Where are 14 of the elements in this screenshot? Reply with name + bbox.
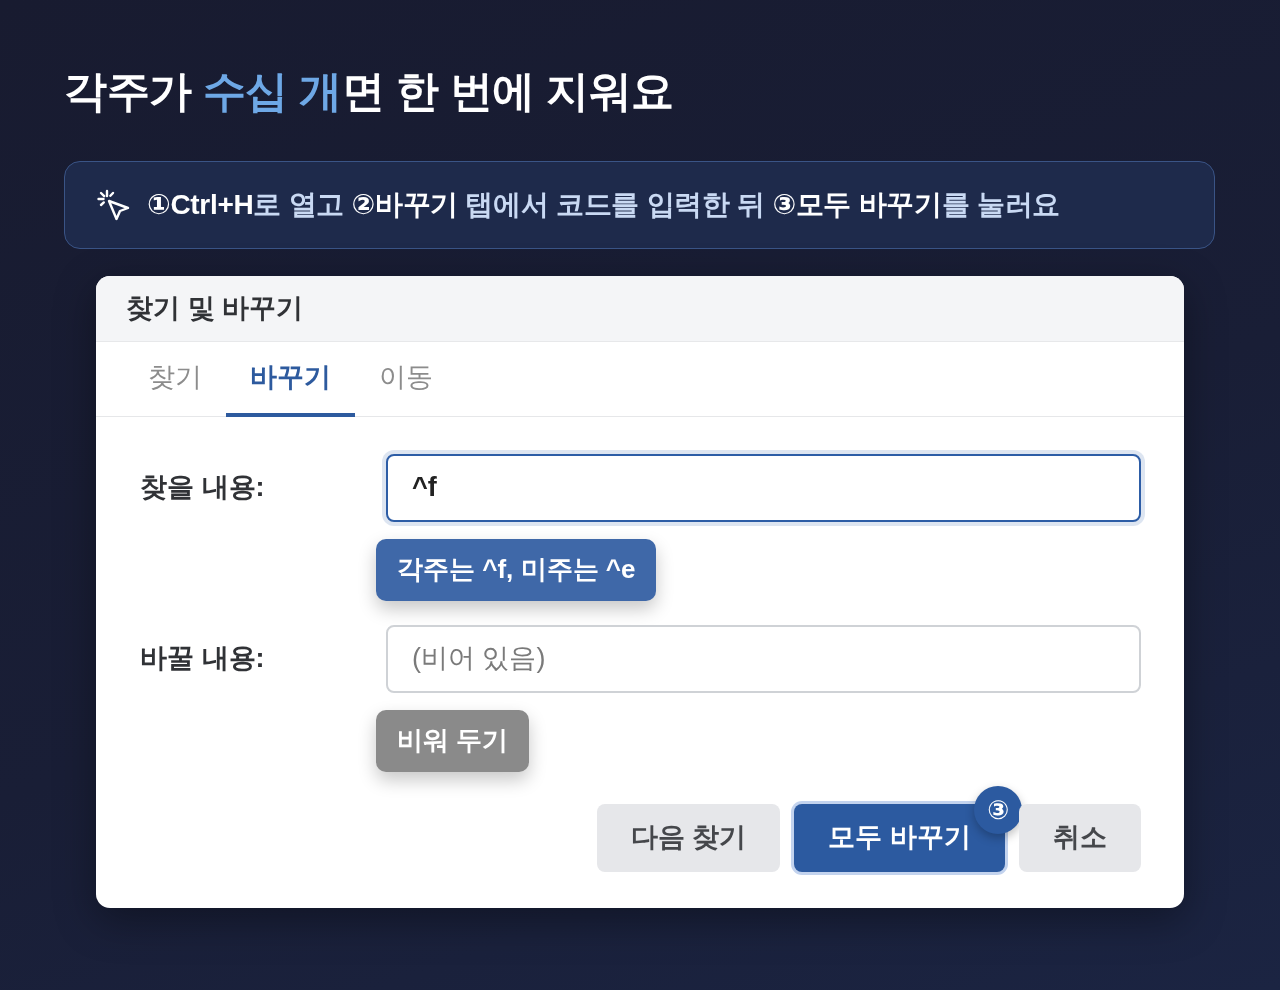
field-label: 바꿀 내용: — [140, 642, 266, 676]
tab[interactable]: 바꾸기 — [226, 341, 355, 417]
instruction-text: ①Ctrl+H로 열고 ②바꾸기 탭에서 코드를 입력한 뒤 ③모두 바꾸기를 눌러요 — [147, 187, 1061, 222]
page-heading: 각주가 수십 개면 한 번에 지워요 — [64, 66, 675, 117]
hint-callout: 비워 두기 — [376, 709, 530, 772]
dialog-title: 찾기 및 바꾸기 — [126, 291, 303, 325]
field-label: 찾을 내용: — [140, 471, 266, 505]
text-field[interactable]: (비어 있음) — [386, 624, 1141, 693]
cursor-click-icon — [97, 188, 131, 221]
hint-callout: 각주는 ^f, 미주는 ^e — [376, 538, 657, 601]
dialog-button[interactable]: 취소 — [1019, 803, 1141, 872]
dialog-button[interactable]: 다음 찾기 — [596, 803, 781, 872]
text-field[interactable]: ^f — [386, 453, 1141, 522]
step-badge: ③ — [974, 785, 1022, 834]
